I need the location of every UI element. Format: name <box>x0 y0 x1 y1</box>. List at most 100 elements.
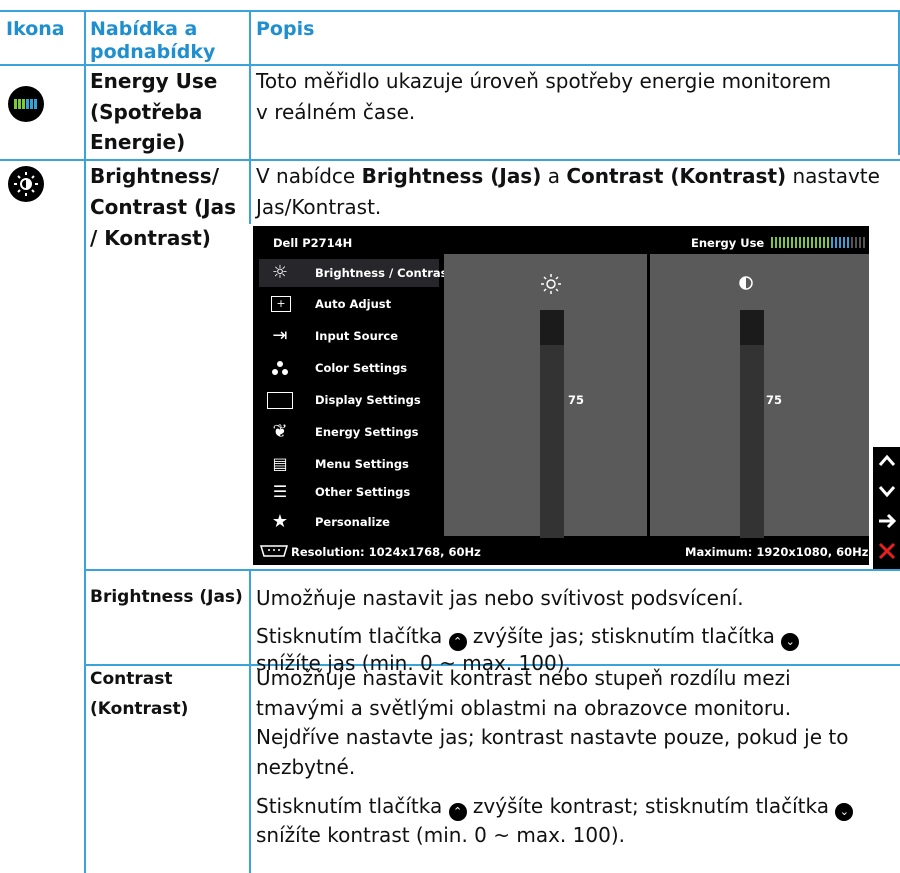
energy-meter-bar <box>815 237 817 248</box>
column-divider <box>249 569 251 873</box>
energy-use-name-line1: Energy Use <box>90 69 218 93</box>
vga-connector-icon <box>259 545 289 557</box>
header-description: Popis <box>256 18 315 40</box>
sub-text: zvýšíte kontrast; stisknutím tlačítka <box>466 794 836 818</box>
brightness-sun-graphic <box>14 172 38 196</box>
brightness-sub-name: Brightness (Jas) <box>90 587 243 607</box>
brightness-contrast-name-line3: / Kontrast) <box>90 226 211 250</box>
brightness-contrast-desc-line1: V nabídce Brightness (Jas) a Contrast (K… <box>256 161 880 192</box>
close-icon[interactable] <box>877 541 897 561</box>
brightness-contrast-desc-line2: Jas/Kontrast. <box>256 195 382 219</box>
energy-meter-bar <box>795 237 797 248</box>
sub-text: zvýšíte jas; stisknutím tlačítka <box>466 624 782 648</box>
star-icon: ★ <box>271 511 289 532</box>
osd-menu-item-input-source[interactable]: ⇥ Input Source <box>259 322 439 350</box>
menu-settings-icon: ▤ <box>272 454 288 473</box>
osd-menu-item-personalize[interactable]: ★ Personalize <box>259 508 439 536</box>
energy-meter-bar <box>787 237 789 248</box>
down-button-icon: ⌄ <box>835 803 854 821</box>
display-icon <box>267 392 293 409</box>
row-divider <box>84 569 900 571</box>
energy-meter-bar <box>775 237 777 248</box>
table-top-border <box>0 10 900 12</box>
osd-menu-item-menu-settings[interactable]: ▤ Menu Settings <box>259 450 439 478</box>
sliders-icon: ☰ <box>272 482 288 501</box>
energy-meter-bar <box>799 237 801 248</box>
energy-meter-bar <box>827 237 829 248</box>
energy-meter-bar <box>831 237 833 248</box>
color-dots-icon <box>272 361 288 375</box>
osd-energy-label: Energy Use <box>691 236 765 250</box>
down-arrow-icon[interactable] <box>877 481 897 501</box>
osd-energy-meter <box>771 237 865 248</box>
desc-text: a <box>541 164 567 188</box>
osd-menu-item-color-settings[interactable]: Color Settings <box>259 354 439 382</box>
osd-menu-item-brightness-contrast[interactable]: ☼ Brightness / Contrast <box>259 259 453 287</box>
energy-meter-bar <box>791 237 793 248</box>
energy-use-desc-line1: Toto měřidlo ukazuje úroveň spotřeby ene… <box>256 69 832 93</box>
energy-meter-icon <box>8 86 44 122</box>
leaf-icon: ❦ <box>272 421 288 442</box>
sub-text: Stisknutím tlačítka <box>256 624 449 648</box>
osd-menu-item-auto-adjust[interactable]: + Auto Adjust <box>259 290 439 318</box>
header-menu-line1: Nabídka a <box>90 18 198 40</box>
energy-meter-bar <box>863 237 865 248</box>
osd-contrast-value: 75 <box>766 393 783 407</box>
down-button-icon: ⌄ <box>781 633 800 651</box>
energy-meter-bar <box>839 237 841 248</box>
osd-menu-label: Energy Settings <box>315 425 419 439</box>
up-arrow-icon[interactable] <box>877 451 897 471</box>
osd-screenshot: Dell P2714H Energy Use ☼ Brightness / Co… <box>253 226 869 565</box>
osd-menu-label: Other Settings <box>315 485 411 499</box>
energy-meter-bar <box>851 237 853 248</box>
contrast-sub-line3: Nejdříve nastavte jas; kontrast nastavte… <box>256 725 849 749</box>
osd-menu-item-display-settings[interactable]: Display Settings <box>259 386 439 414</box>
contrast-sub-name-line1: Contrast <box>90 669 173 689</box>
contrast-sub-line2: tmavými a světlými oblastmi na obrazovce… <box>256 696 792 720</box>
energy-meter-graphic <box>14 99 37 109</box>
up-button-icon: ⌃ <box>448 803 467 821</box>
desc-text: V nabídce <box>256 164 362 188</box>
contrast-sub-name-line2: (Kontrast) <box>90 699 189 719</box>
osd-maximum: Maximum: 1920x1080, 60Hz <box>685 545 869 559</box>
osd-navigation-buttons <box>873 447 900 569</box>
energy-meter-bar <box>847 237 849 248</box>
desc-text: nastavte <box>786 164 880 188</box>
brightness-contrast-name-line2: Contrast (Jas <box>90 195 236 219</box>
column-divider <box>249 10 251 224</box>
osd-menu-label: Brightness / Contrast <box>315 266 453 280</box>
energy-meter-bar <box>823 237 825 248</box>
energy-meter-bar <box>811 237 813 248</box>
header-icon: Ikona <box>6 18 65 40</box>
column-divider <box>84 10 86 873</box>
right-arrow-icon[interactable] <box>877 511 897 531</box>
desc-bold-contrast: Contrast (Kontrast) <box>566 164 787 188</box>
auto-adjust-icon: + <box>271 296 291 312</box>
osd-menu-label: Display Settings <box>315 393 421 407</box>
contrast-sub-line5: Stisknutím tlačítka ⌃ zvýšíte kontrast; … <box>256 791 854 822</box>
osd-menu-label: Color Settings <box>315 361 408 375</box>
osd-brightness-slider-fill <box>540 310 564 345</box>
osd-model-title: Dell P2714H <box>273 236 353 250</box>
energy-meter-bar <box>855 237 857 248</box>
brightness-sub-line1: Umožňuje nastavit jas nebo svítivost pod… <box>256 586 744 610</box>
contrast-sub-line1: Umožňuje nastavit kontrast nebo stupeň r… <box>256 666 791 690</box>
energy-use-name-line3: Energie) <box>90 130 186 154</box>
energy-meter-bar <box>819 237 821 248</box>
energy-meter-bar <box>779 237 781 248</box>
osd-brightness-sun-icon <box>541 274 561 294</box>
brightness-sun-icon <box>8 166 44 202</box>
brightness-contrast-name-line1: Brightness/ <box>90 164 219 188</box>
osd-menu-label: Auto Adjust <box>315 297 392 311</box>
energy-meter-bar <box>803 237 805 248</box>
energy-meter-bar <box>771 237 773 248</box>
energy-meter-bar <box>783 237 785 248</box>
osd-contrast-icon <box>739 276 753 290</box>
energy-use-desc-line2: v reálném čase. <box>256 100 416 124</box>
contrast-sub-line6: snížíte kontrast (min. 0 ~ max. 100). <box>256 823 625 847</box>
osd-menu-item-energy-settings[interactable]: ❦ Energy Settings <box>259 418 439 446</box>
energy-meter-bar <box>835 237 837 248</box>
osd-menu-item-other-settings[interactable]: ☰ Other Settings <box>259 478 439 506</box>
contrast-sub-line4: nezbytné. <box>256 755 356 779</box>
osd-brightness-value: 75 <box>568 393 585 407</box>
